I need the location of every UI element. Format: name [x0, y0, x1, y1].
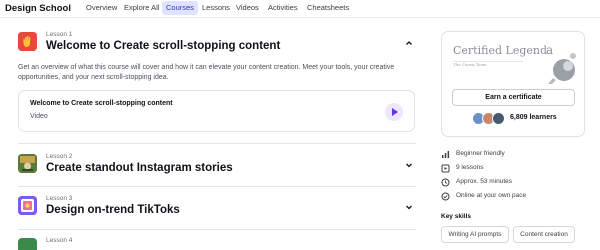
- meta-text: Approx. 53 minutes: [456, 178, 513, 185]
- lesson-number: Lesson 1: [46, 31, 73, 38]
- lesson-1-header[interactable]: Lesson 1 Welcome to Create scroll-stoppi…: [18, 30, 416, 60]
- video-type: Video: [30, 113, 48, 120]
- chevron-down-icon[interactable]: [404, 160, 414, 170]
- svg-text:a: a: [546, 43, 553, 57]
- video-card[interactable]: Welcome to Create scroll-stopping conten…: [18, 90, 415, 132]
- brand-logo[interactable]: Design School: [5, 3, 71, 14]
- learners-row: 6,809 learners: [472, 111, 582, 127]
- nav-explore-all[interactable]: Explore All: [120, 1, 163, 15]
- check-circle-icon: [441, 192, 450, 201]
- nav-lessons[interactable]: Lessons: [198, 1, 234, 15]
- lesson-3-thumbnail-icon: [18, 196, 37, 215]
- meta-level: Beginner friendly: [441, 149, 591, 161]
- level-bars-icon: [442, 151, 450, 158]
- divider: [18, 229, 416, 230]
- waving-hand-icon: [18, 32, 37, 51]
- lesson-number: Lesson 3: [46, 195, 73, 202]
- divider: [18, 143, 416, 144]
- lesson-2-thumbnail-icon: [18, 154, 37, 173]
- meta-text: 9 lessons: [456, 164, 484, 171]
- chevron-up-icon[interactable]: [404, 38, 414, 48]
- skill-chip[interactable]: Writing AI prompts: [441, 226, 509, 243]
- nav-activities[interactable]: Activities: [264, 1, 302, 15]
- meta-text: Online at your own pace: [456, 192, 527, 199]
- lesson-description: Get an overview of what this course will…: [18, 64, 395, 81]
- lessons-icon: [441, 164, 450, 173]
- lesson-number: Lesson 2: [46, 153, 73, 160]
- lesson-title: Welcome to Create scroll-stopping conten…: [46, 40, 281, 52]
- nav-videos[interactable]: Videos: [232, 1, 263, 15]
- avatar: [492, 112, 505, 125]
- play-icon[interactable]: [385, 103, 403, 121]
- certificate-badge-icon: a: [546, 43, 576, 84]
- meta-lessons: 9 lessons: [441, 163, 591, 175]
- lesson-4-thumbnail-icon: [18, 238, 37, 250]
- chevron-down-icon[interactable]: [404, 202, 414, 212]
- certificate-card: Certified Legend The Canva Team a Earn a…: [441, 31, 585, 137]
- top-nav: Design School Overview Explore All Cours…: [0, 0, 600, 18]
- meta-text: Beginner friendly: [456, 150, 505, 157]
- lesson-3-header[interactable]: Lesson 3 Design on-trend TikToks: [18, 194, 416, 224]
- learners-count: 6,809 learners: [510, 114, 557, 121]
- divider: [18, 186, 416, 187]
- earn-certificate-button[interactable]: Earn a certificate: [452, 89, 575, 106]
- nav-overview[interactable]: Overview: [82, 1, 121, 15]
- meta-pace: Online at your own pace: [441, 191, 591, 203]
- clock-icon: [441, 178, 450, 187]
- certificate-title: Certified Legend: [453, 44, 547, 57]
- key-skills-heading: Key skills: [441, 213, 471, 220]
- meta-duration: Approx. 53 minutes: [441, 177, 591, 189]
- lesson-title: Design on-trend TikToks: [46, 204, 180, 216]
- lesson-4-header[interactable]: Lesson 4: [18, 236, 416, 250]
- video-title: Welcome to Create scroll-stopping conten…: [30, 100, 173, 107]
- skill-chip[interactable]: Content creation: [513, 226, 575, 243]
- nav-courses[interactable]: Courses: [162, 1, 198, 15]
- lesson-title: Create standout Instagram stories: [46, 162, 233, 174]
- lesson-2-header[interactable]: Lesson 2 Create standout Instagram stori…: [18, 152, 416, 182]
- lesson-number: Lesson 4: [46, 237, 73, 244]
- certificate-signature: The Canva Team: [453, 62, 487, 67]
- nav-cheatsheets[interactable]: Cheatsheets: [303, 1, 353, 15]
